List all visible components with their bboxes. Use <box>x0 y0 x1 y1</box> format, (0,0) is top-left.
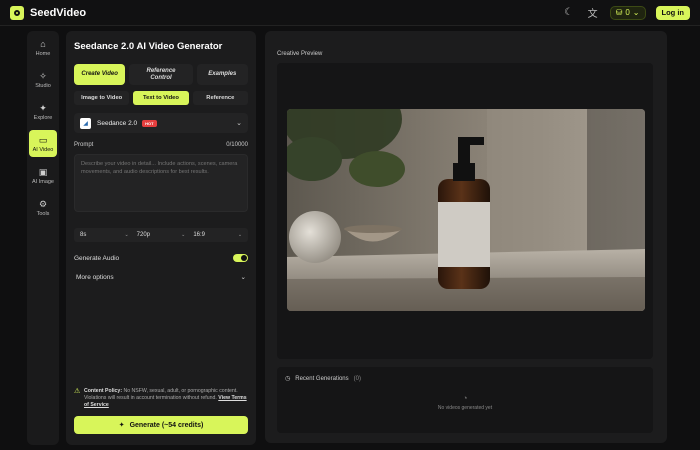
model-select[interactable]: ◢ Seedance 2.0 HOT ⌄ <box>74 113 248 133</box>
duration-value: 8s <box>80 232 87 238</box>
generate-button[interactable]: ✦ Generate (~54 credits) <box>74 416 248 434</box>
resolution-value: 720p <box>136 232 151 238</box>
nav-item-explore[interactable]: ✦ Explore <box>29 98 57 125</box>
warning-icon: ⚠ <box>74 388 81 395</box>
credits-pill[interactable]: ⛁ 0 ⌄ <box>609 5 646 20</box>
resolution-select[interactable]: 720p ⌄ <box>137 232 194 238</box>
theme-toggle-icon[interactable]: ☾ <box>562 6 576 20</box>
chevron-down-icon: ⌄ <box>237 232 243 238</box>
nav-label: Tools <box>36 210 50 217</box>
policy-title: Content Policy: <box>84 388 123 394</box>
content-policy: ⚠ Content Policy: No NSFW, sexual, adult… <box>74 388 248 409</box>
nav-item-studio[interactable]: ✧ Studio <box>29 66 57 93</box>
nav-label: AI Image <box>31 178 54 185</box>
tab-reference[interactable]: Reference <box>192 91 248 105</box>
sparkle-icon: ✦ <box>39 102 47 113</box>
prompt-counter: 0/10000 <box>226 142 248 148</box>
nav-label: Explore <box>33 114 53 121</box>
chevron-down-icon: ⌄ <box>124 232 129 238</box>
hot-badge: HOT <box>142 119 157 127</box>
brand-logo-icon <box>10 5 24 20</box>
nav-item-ai-video[interactable]: ▭ AI Video <box>29 130 57 157</box>
login-button[interactable]: Log in <box>655 5 690 20</box>
chevron-down-icon: ⌄ <box>632 8 640 17</box>
preview-stage <box>277 63 653 359</box>
preview-image <box>287 109 645 311</box>
image-icon: ▣ <box>38 166 48 177</box>
tools-icon: ⚙ <box>38 198 48 209</box>
history-icon: ◷ <box>285 376 291 382</box>
tab-reference-control[interactable]: Reference Control <box>129 64 193 85</box>
tab-create-video[interactable]: Create Video <box>74 64 126 85</box>
model-name: Seedance 2.0 <box>97 119 138 127</box>
top-bar: SeedVideo ☾ 文 ⛁ 0 ⌄ Log in <box>0 0 700 26</box>
more-options-toggle[interactable]: More options ⌄ <box>74 273 248 282</box>
prompt-input[interactable] <box>74 154 248 212</box>
generate-audio-toggle[interactable] <box>233 254 248 262</box>
nav-label: Home <box>35 50 51 57</box>
duration-select[interactable]: 8s ⌄ <box>80 232 137 238</box>
recent-title: Recent Generations <box>295 375 349 382</box>
nav-label: AI Video <box>32 146 54 153</box>
nav-item-home[interactable]: ⌂ Home <box>29 34 57 61</box>
more-options-label: More options <box>76 273 114 281</box>
chevron-down-icon: ⌄ <box>240 274 246 281</box>
generate-audio-label: Generate Audio <box>74 254 120 262</box>
chevron-down-icon: ⌄ <box>236 120 242 127</box>
chevron-down-icon: ⌄ <box>181 232 186 238</box>
side-nav: ⌂ Home ✧ Studio ✦ Explore ▭ AI Video ▣ A… <box>27 31 59 445</box>
tab-examples[interactable]: Examples <box>196 64 248 85</box>
credits-count: 0 <box>625 8 630 17</box>
wand-icon: ✧ <box>39 70 47 81</box>
nav-label: Studio <box>35 82 51 89</box>
ratio-value: 16:9 <box>193 232 206 238</box>
tab-text-to-video[interactable]: Text to Video <box>133 91 189 105</box>
empty-state: ◔ No videos generated yet <box>277 393 653 411</box>
mode-tabs: Create Video Reference Control Examples <box>74 64 248 85</box>
nav-item-ai-image[interactable]: ▣ AI Image <box>29 162 57 189</box>
tab-image-to-video[interactable]: Image to Video <box>74 91 130 105</box>
generator-panel: Seedance 2.0 AI Video Generator Create V… <box>66 31 256 445</box>
prompt-label: Prompt <box>74 142 94 148</box>
brand[interactable]: SeedVideo <box>10 5 87 20</box>
nav-item-tools[interactable]: ⚙ Tools <box>29 194 57 221</box>
recent-count: (0) <box>353 375 361 382</box>
input-type-tabs: Image to Video Text to Video Reference <box>74 91 248 105</box>
ratio-select[interactable]: 16:9 ⌄ <box>193 232 242 238</box>
preview-label: Creative Preview <box>277 51 323 57</box>
brand-name: SeedVideo <box>30 6 87 19</box>
preview-panel: Creative Preview ◷ Recent Generations (0… <box>265 31 667 443</box>
generate-label: Generate (~54 credits) <box>129 421 204 429</box>
video-params: 8s ⌄ 720p ⌄ 16:9 ⌄ <box>74 228 248 242</box>
video-icon: ▭ <box>38 134 48 145</box>
sparkle-icon: ✦ <box>118 422 125 429</box>
home-icon: ⌂ <box>40 38 46 49</box>
language-icon[interactable]: 文 <box>586 6 600 20</box>
clock-icon: ◔ <box>462 393 468 403</box>
coins-icon: ⛁ <box>615 8 623 17</box>
model-logo-icon: ◢ <box>80 117 91 129</box>
recent-generations: ◷ Recent Generations (0) ◔ No videos gen… <box>277 367 653 433</box>
page-title: Seedance 2.0 AI Video Generator <box>74 41 223 52</box>
empty-text: No videos generated yet <box>437 405 493 411</box>
product-photo <box>287 109 645 311</box>
